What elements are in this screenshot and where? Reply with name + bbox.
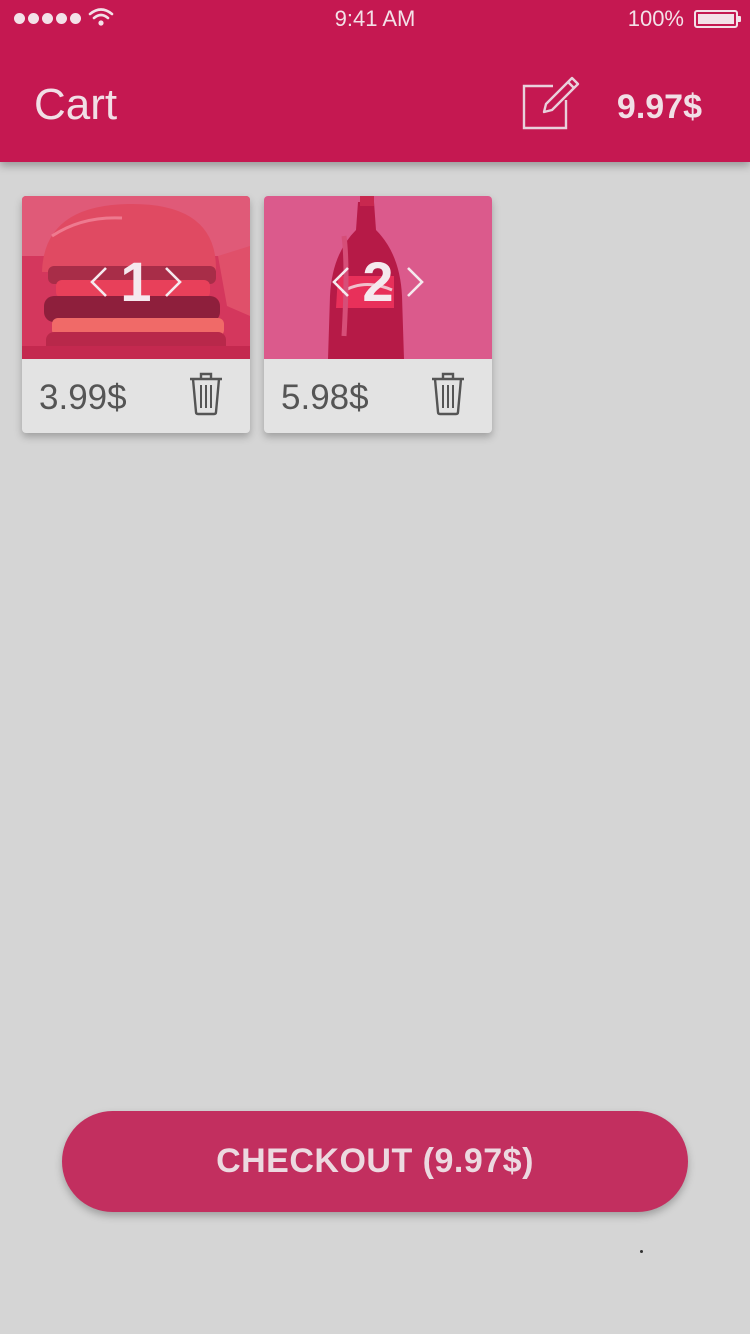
chevron-left-icon[interactable] [330,265,352,299]
quantity-stepper: 1 [22,196,250,359]
status-bar: 9:41 AM 100% [0,0,750,40]
decorative-dot [640,1250,643,1253]
chevron-right-icon[interactable] [404,265,426,299]
item-price: 5.98$ [281,378,369,417]
trash-icon[interactable] [430,372,466,416]
chevron-left-icon[interactable] [88,265,110,299]
cart-item-card[interactable]: 1 3.99$ [22,196,250,433]
quantity-value: 1 [120,249,152,313]
cart-item-card[interactable]: 2 5.98$ [264,196,492,433]
checkout-button[interactable]: CHECKOUT (9.97$) [62,1111,688,1212]
edit-icon[interactable] [522,74,580,132]
battery-percent: 100% [627,6,684,31]
battery-icon [694,10,741,28]
quantity-stepper: 2 [264,196,492,359]
chevron-right-icon[interactable] [162,265,184,299]
header-total: 9.97$ [616,88,702,126]
item-price: 3.99$ [39,378,127,417]
quantity-value: 2 [362,249,394,313]
page-title: Cart [34,80,118,129]
app-header: 9:41 AM 100% Cart 9.97$ [0,0,750,162]
trash-icon[interactable] [188,372,224,416]
